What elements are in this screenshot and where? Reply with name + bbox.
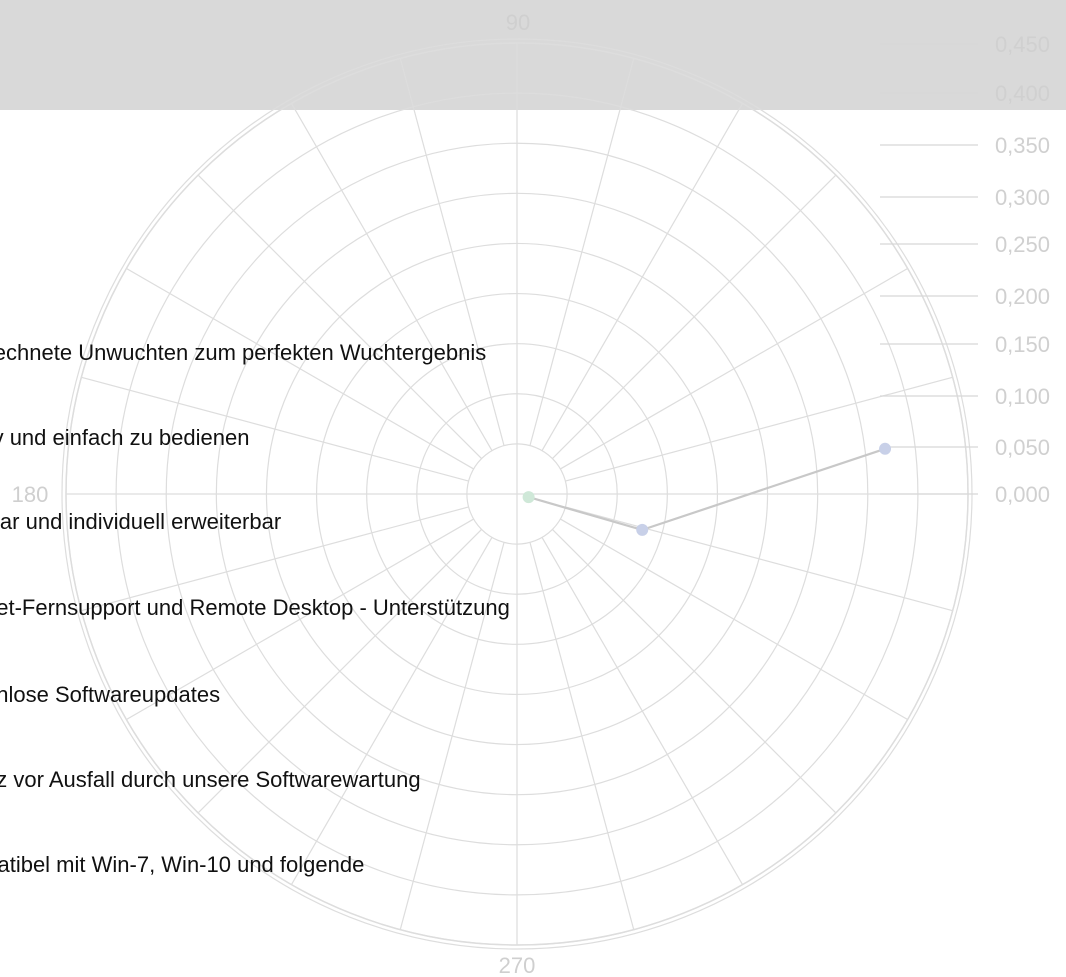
grid-spoke (541, 103, 744, 451)
scale-tick-label: 0,200 (995, 284, 1050, 309)
grid-spoke (399, 58, 505, 446)
angle-label: 180 (12, 482, 49, 507)
scale-tick-label: 0,100 (995, 384, 1050, 409)
grid-spoke (565, 376, 953, 482)
scale-tick-label: 0,150 (995, 332, 1050, 357)
grid-spoke (290, 103, 493, 451)
grid-spoke (560, 518, 908, 721)
page: 0,000 0,050 0,100 0,150 0,200 0,250 0,300 0,350… (0, 0, 1066, 977)
data-point (879, 442, 892, 455)
scale-tick-label: 0,400 (995, 81, 1050, 106)
grid-spoke (197, 174, 482, 459)
grid-spoke (541, 537, 744, 885)
scale-tick-label: 0,000 (995, 482, 1050, 507)
grid-spoke (552, 529, 837, 814)
scale-tick-label: 0,050 (995, 435, 1050, 460)
angle-label: 90 (506, 10, 530, 35)
grid-spoke (399, 542, 505, 930)
grid-spoke (529, 542, 635, 930)
polar-chart: 0,000 0,050 0,100 0,150 0,200 0,250 0,300 0,350… (12, 10, 1050, 977)
grid-spoke (290, 537, 493, 885)
scale-tick-label: 0,450 (995, 32, 1050, 57)
scale-tick-label: 0,300 (995, 185, 1050, 210)
grid-spoke (126, 267, 474, 470)
grid-spoke (560, 267, 908, 470)
scale-tick-label: 0,250 (995, 232, 1050, 257)
grid-spoke (529, 58, 635, 446)
angle-label: 270 (499, 953, 536, 977)
series-line (528, 447, 886, 532)
data-point (636, 523, 649, 536)
grid-spoke (126, 518, 474, 721)
grid-spoke (565, 506, 953, 612)
data-point (522, 491, 535, 504)
grid-spoke (81, 506, 469, 612)
scale-tick-label: 0,350 (995, 133, 1050, 158)
grid-spoke (197, 529, 482, 814)
grid-spoke (552, 174, 837, 459)
grid-spoke (81, 376, 469, 482)
